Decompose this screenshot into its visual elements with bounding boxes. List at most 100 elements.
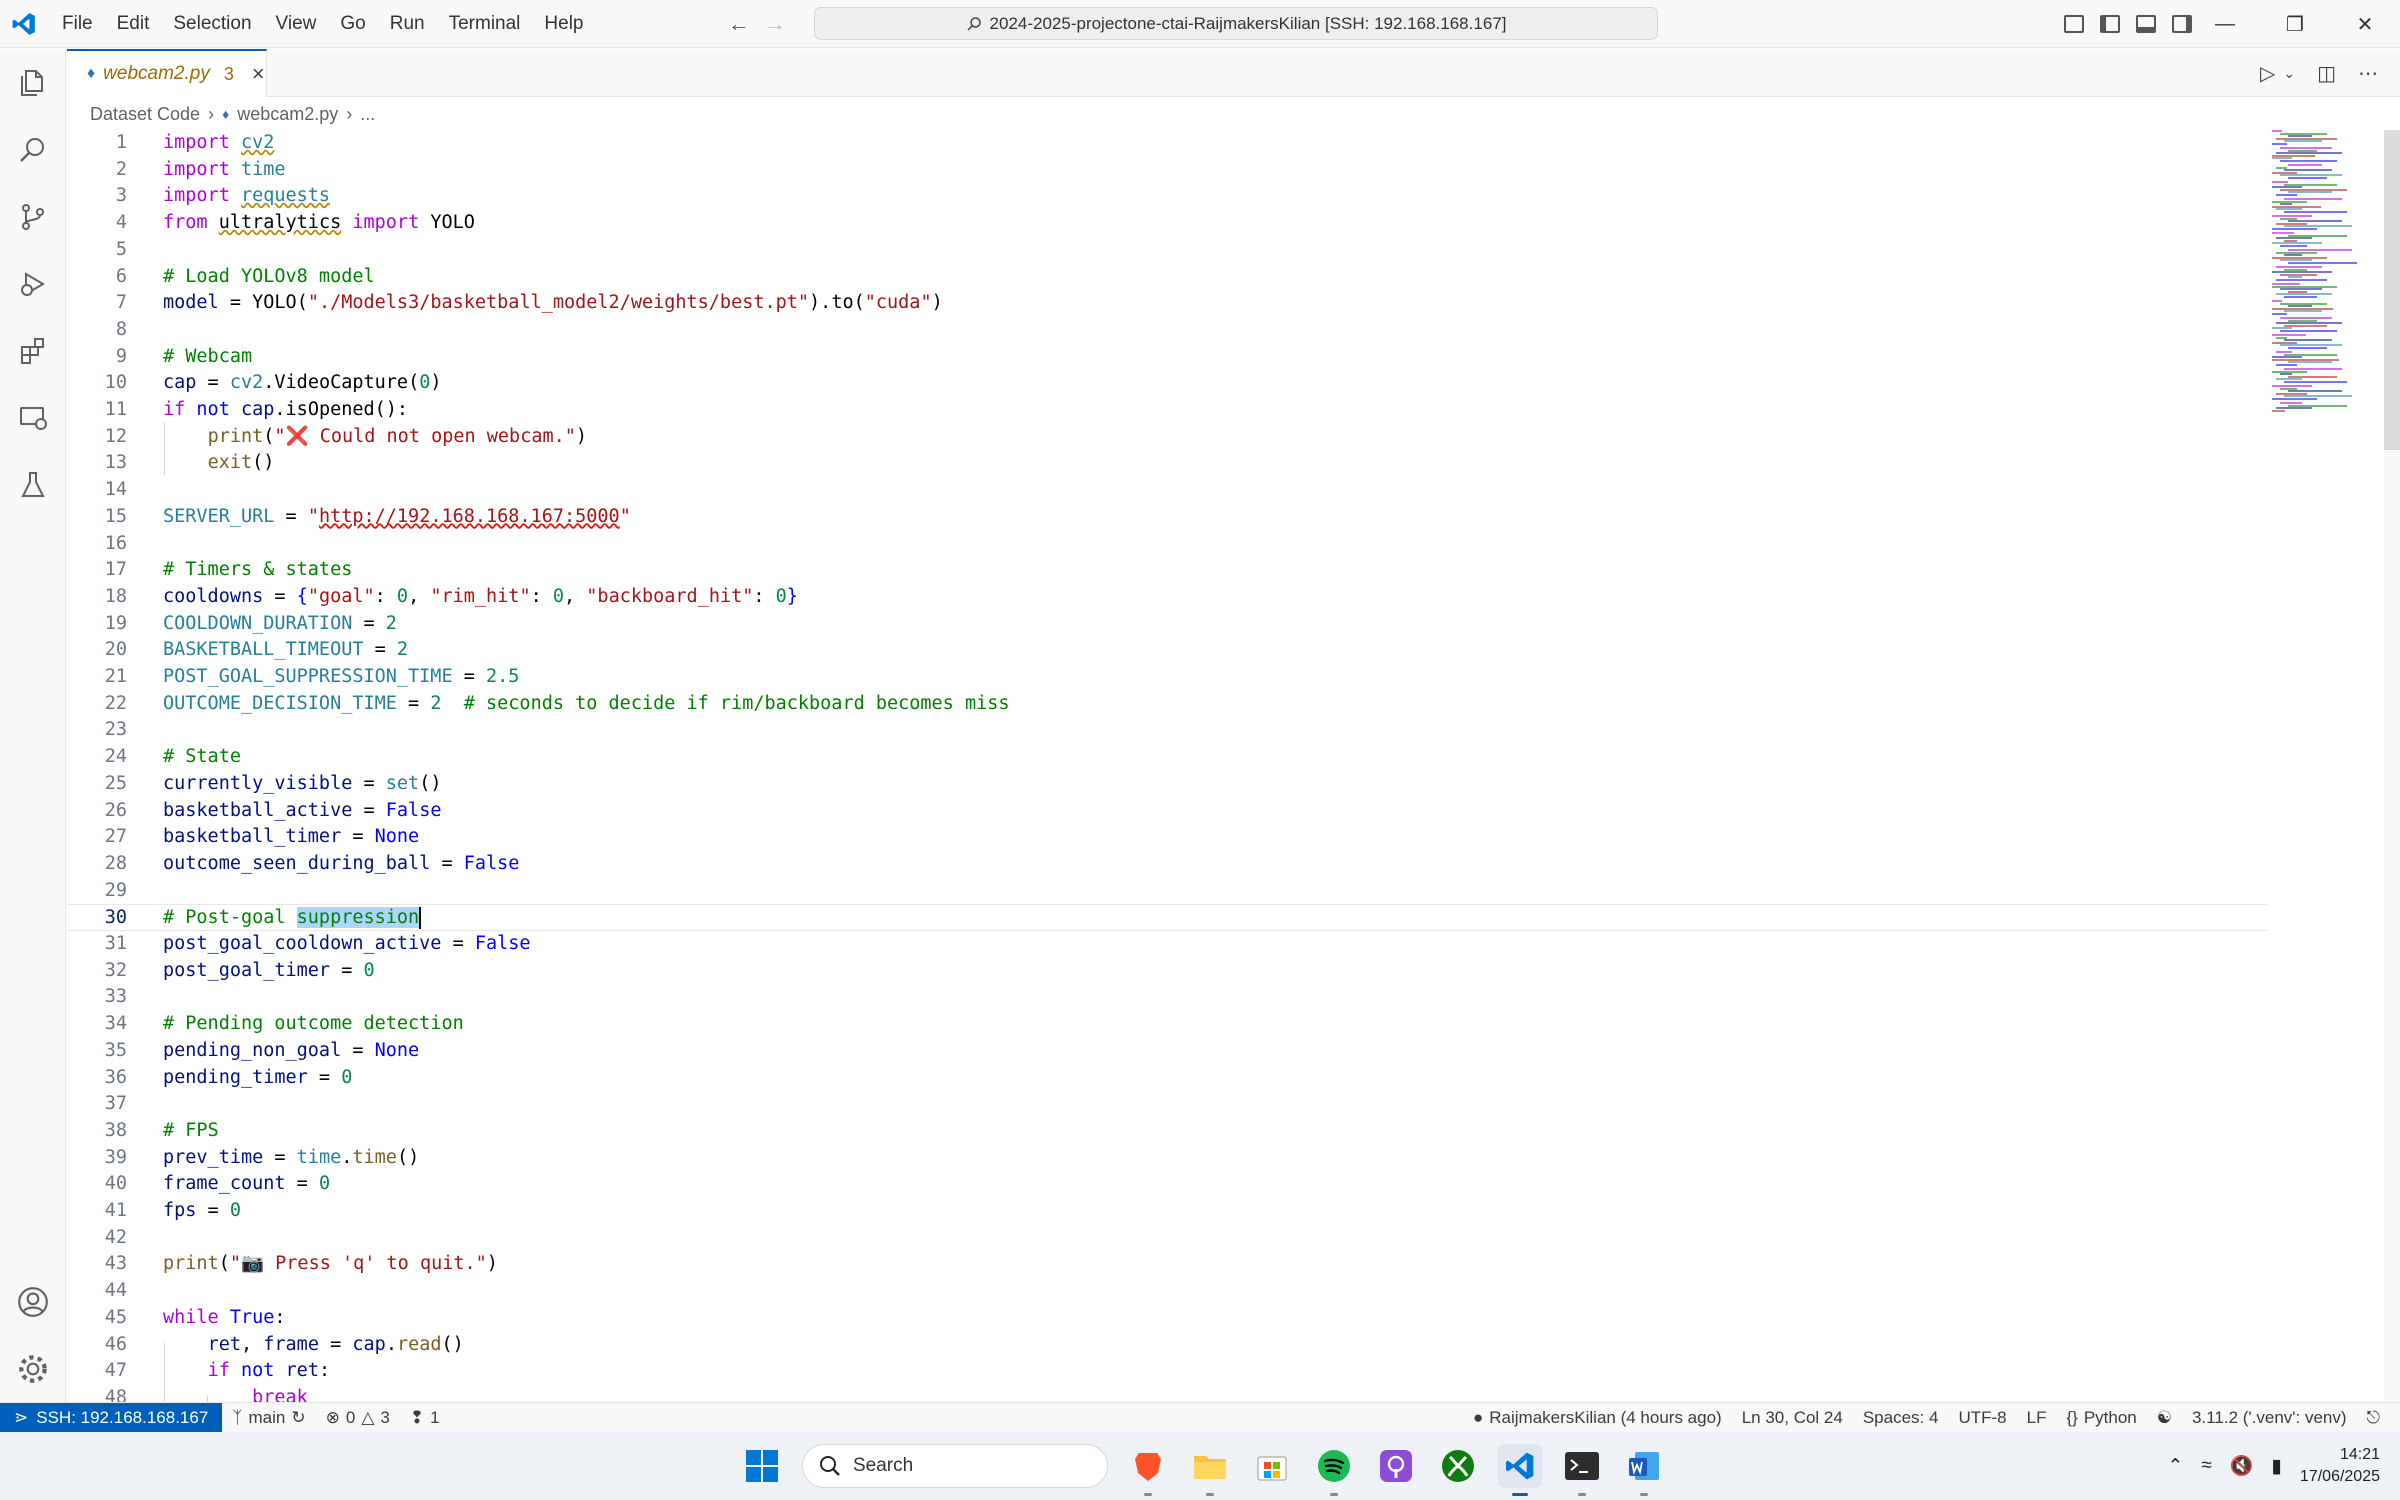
search-icon[interactable] bbox=[0, 116, 66, 183]
code-line[interactable]: 24 # State bbox=[67, 744, 2267, 771]
manage-gear-icon[interactable] bbox=[0, 1335, 66, 1402]
code-line[interactable]: 42 bbox=[67, 1225, 2267, 1252]
code-line[interactable]: 13 exit() bbox=[67, 450, 2267, 477]
code-line[interactable]: 35 pending_non_goal = None bbox=[67, 1038, 2267, 1065]
spotify-icon[interactable] bbox=[1312, 1444, 1356, 1496]
run-python-file-icon[interactable]: ▷ bbox=[2260, 61, 2275, 86]
code-line[interactable]: 6 # Load YOLOv8 model bbox=[67, 264, 2267, 291]
code-line[interactable]: 39 prev_time = time.time() bbox=[67, 1145, 2267, 1172]
clock[interactable]: 14:21 17/06/2025 bbox=[2300, 1444, 2380, 1488]
explorer-icon[interactable] bbox=[0, 49, 66, 116]
wifi-icon[interactable]: ≈ bbox=[2201, 1455, 2211, 1477]
code-line[interactable]: 38 # FPS bbox=[67, 1118, 2267, 1145]
remote-indicator[interactable]: ⋗ SSH: 192.168.168.167 bbox=[0, 1402, 223, 1433]
code-line[interactable]: 17 # Timers & states bbox=[67, 557, 2267, 584]
minimize-icon[interactable]: — bbox=[2190, 0, 2260, 48]
microsoft-store-icon[interactable] bbox=[1250, 1444, 1294, 1488]
code-line[interactable]: 11 if not cap.isOpened(): bbox=[67, 397, 2267, 424]
toggle-secondary-sidebar-icon[interactable] bbox=[2172, 15, 2192, 33]
source-control-icon[interactable] bbox=[0, 183, 66, 250]
ports-indicator[interactable]: ❢ 1 bbox=[400, 1408, 450, 1428]
code-line[interactable]: 31 post_goal_cooldown_active = False bbox=[67, 931, 2267, 958]
code-line[interactable]: 46 ret, frame = cap.read() bbox=[67, 1332, 2267, 1359]
code-line[interactable]: 27 basketball_timer = None bbox=[67, 824, 2267, 851]
code-line[interactable]: 45 while True: bbox=[67, 1305, 2267, 1332]
code-line[interactable]: 44 bbox=[67, 1278, 2267, 1305]
accounts-icon[interactable] bbox=[0, 1268, 66, 1335]
code-line[interactable]: 41 fps = 0 bbox=[67, 1198, 2267, 1225]
run-dropdown-chevron-icon[interactable]: ⌄ bbox=[2283, 65, 2295, 82]
split-editor-icon[interactable]: ◫ bbox=[2317, 61, 2336, 86]
indentation[interactable]: Spaces: 4 bbox=[1853, 1408, 1949, 1428]
problems-indicator[interactable]: ⊗ 0 △ 3 bbox=[316, 1408, 400, 1428]
menu-file[interactable]: File bbox=[50, 0, 105, 48]
cursor-position[interactable]: Ln 30, Col 24 bbox=[1732, 1408, 1853, 1428]
tab-webcam2[interactable]: ♦ webcam2.py 3 × bbox=[67, 49, 267, 97]
code-line[interactable]: 30 # Post-goal suppression bbox=[67, 904, 2267, 931]
remote-explorer-icon[interactable] bbox=[0, 384, 66, 451]
code-line[interactable]: 4 from ultralytics import YOLO bbox=[67, 210, 2267, 237]
command-center[interactable]: 2024-2025-projectone-ctai-RaijmakersKili… bbox=[814, 7, 1658, 40]
breadcrumb-symbol[interactable]: ... bbox=[360, 104, 375, 125]
code-line[interactable]: 18 cooldowns = {"goal": 0, "rim_hit": 0, … bbox=[67, 584, 2267, 611]
code-line[interactable]: 25 currently_visible = set() bbox=[67, 771, 2267, 798]
menu-edit[interactable]: Edit bbox=[105, 0, 162, 48]
code-line[interactable]: 48 break bbox=[67, 1385, 2267, 1402]
code-line[interactable]: 43 print("📷 Press 'q' to quit.") bbox=[67, 1251, 2267, 1278]
code-line[interactable]: 28 outcome_seen_during_ball = False bbox=[67, 851, 2267, 878]
code-line[interactable]: 33 bbox=[67, 984, 2267, 1011]
breadcrumb-file[interactable]: webcam2.py bbox=[237, 104, 338, 125]
terminal-icon[interactable] bbox=[1560, 1444, 1604, 1496]
code-line[interactable]: 34 # Pending outcome detection bbox=[67, 1011, 2267, 1038]
code-line[interactable]: 29 bbox=[67, 878, 2267, 905]
chevron-up-icon[interactable]: ⌃ bbox=[2167, 1455, 2183, 1478]
copilot-icon[interactable]: ☯ bbox=[2147, 1408, 2182, 1428]
git-blame[interactable]: ● RaijmakersKilian (4 hours ago) bbox=[1463, 1408, 1732, 1428]
menu-view[interactable]: View bbox=[264, 0, 329, 48]
code-line[interactable]: 3 import requests bbox=[67, 183, 2267, 210]
code-line[interactable]: 12 print("❌ Could not open webcam.") bbox=[67, 424, 2267, 451]
branch-indicator[interactable]: ᛉ main ↻ bbox=[222, 1408, 315, 1428]
menu-run[interactable]: Run bbox=[378, 0, 437, 48]
customize-layout-icon[interactable] bbox=[2064, 15, 2084, 33]
scrollbar-thumb[interactable] bbox=[2384, 130, 2400, 450]
close-tab-icon[interactable]: × bbox=[252, 61, 265, 87]
code-line[interactable]: 10 cap = cv2.VideoCapture(0) bbox=[67, 370, 2267, 397]
python-interpreter[interactable]: 3.11.2 ('.venv': venv) bbox=[2182, 1408, 2357, 1428]
code-line[interactable]: 5 bbox=[67, 237, 2267, 264]
code-line[interactable]: 19 COOLDOWN_DURATION = 2 bbox=[67, 611, 2267, 638]
word-icon[interactable] bbox=[1622, 1444, 1666, 1496]
close-icon[interactable]: ✕ bbox=[2330, 0, 2400, 48]
code-line[interactable]: 9 # Webcam bbox=[67, 344, 2267, 371]
code-line[interactable]: 7 model = YOLO("./Models3/basketball_mode… bbox=[67, 290, 2267, 317]
more-actions-icon[interactable]: ⋯ bbox=[2358, 61, 2378, 86]
code-editor[interactable]: 1 import cv2 2 import time 3 import requests 4… bbox=[67, 130, 2267, 1402]
brave-browser-icon[interactable] bbox=[1126, 1444, 1170, 1496]
toggle-primary-sidebar-icon[interactable] bbox=[2100, 15, 2120, 33]
breadcrumb-folder[interactable]: Dataset Code bbox=[90, 104, 200, 125]
menu-help[interactable]: Help bbox=[532, 0, 595, 48]
code-line[interactable]: 32 post_goal_timer = 0 bbox=[67, 958, 2267, 985]
vscode-taskbar-icon[interactable] bbox=[1498, 1444, 1542, 1496]
back-arrow-icon[interactable]: ← bbox=[728, 11, 750, 37]
code-line[interactable]: 21 POST_GOAL_SUPPRESSION_TIME = 2.5 bbox=[67, 664, 2267, 691]
xbox-icon[interactable] bbox=[1436, 1444, 1480, 1488]
code-line[interactable]: 22 OUTCOME_DECISION_TIME = 2 # seconds to… bbox=[67, 691, 2267, 718]
line-ending[interactable]: LF bbox=[2017, 1408, 2057, 1428]
battery-icon[interactable]: ▮ bbox=[2271, 1455, 2281, 1478]
encoding[interactable]: UTF-8 bbox=[1948, 1408, 2016, 1428]
windows-start-icon[interactable] bbox=[740, 1444, 784, 1488]
restore-icon[interactable]: ❐ bbox=[2260, 0, 2330, 48]
testing-icon[interactable] bbox=[0, 451, 66, 518]
code-line[interactable]: 16 bbox=[67, 531, 2267, 558]
run-debug-icon[interactable] bbox=[0, 250, 66, 317]
menu-selection[interactable]: Selection bbox=[161, 0, 263, 48]
menu-go[interactable]: Go bbox=[328, 0, 377, 48]
code-line[interactable]: 8 bbox=[67, 317, 2267, 344]
minimap[interactable] bbox=[2272, 130, 2384, 412]
file-explorer-icon[interactable] bbox=[1188, 1444, 1232, 1496]
code-line[interactable]: 15 SERVER_URL = "http://192.168.168.167:5… bbox=[67, 504, 2267, 531]
toggle-panel-icon[interactable] bbox=[2136, 15, 2156, 33]
code-line[interactable]: 23 bbox=[67, 717, 2267, 744]
taskbar-search[interactable]: Search bbox=[802, 1444, 1108, 1488]
